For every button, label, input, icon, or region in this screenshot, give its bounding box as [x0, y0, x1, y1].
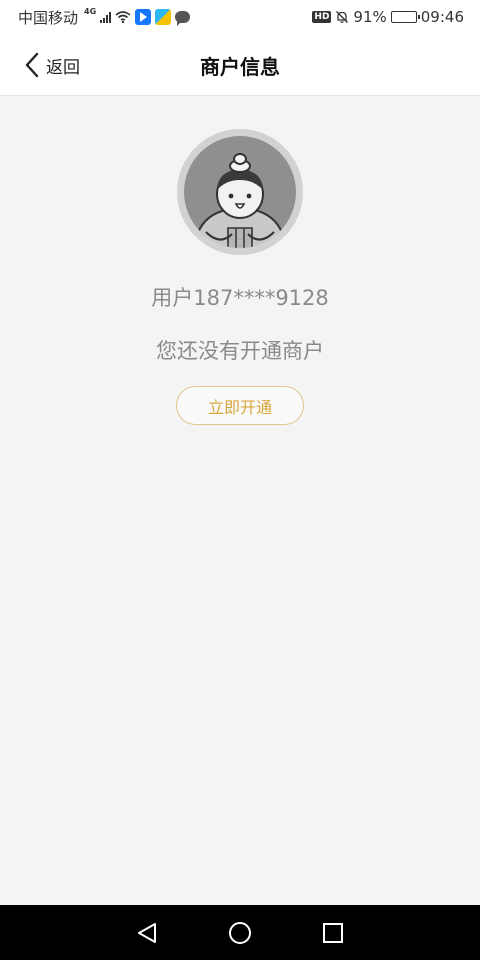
recents-square-icon: [323, 922, 344, 943]
chat-icon: [175, 11, 191, 26]
wifi-icon: [115, 11, 131, 23]
back-button[interactable]: 返回: [22, 34, 80, 96]
bell-off-icon: [336, 11, 349, 23]
nav-home-button[interactable]: [225, 918, 255, 948]
nav-recents-button[interactable]: [318, 918, 348, 948]
app-notification-icon: [135, 9, 152, 25]
battery-icon: [390, 11, 420, 23]
status-left: 中国移动 4G: [18, 6, 191, 28]
status-right: HD 91% 09:46: [312, 8, 464, 26]
open-merchant-button[interactable]: 立即开通: [176, 386, 304, 425]
carrier-label: 中国移动: [18, 8, 79, 27]
home-circle-icon: [228, 921, 251, 944]
nav-back-button[interactable]: [132, 918, 162, 948]
back-triangle-icon: [137, 922, 156, 943]
app-notification-icon: [155, 9, 172, 25]
signal-icon: [100, 11, 112, 23]
merchant-status-message: 您还没有开通商户: [156, 339, 324, 363]
status-bar: 中国移动 4G HD 91% 09:46: [0, 0, 480, 34]
avatar: [177, 129, 303, 255]
username-label: 用户187****9128: [151, 286, 329, 310]
main-content: 用户187****9128 您还没有开通商户 立即开通: [0, 97, 480, 905]
battery-percent: 91%: [353, 8, 387, 26]
network-type-label: 4G: [84, 6, 97, 16]
hd-icon: HD: [312, 11, 332, 23]
chevron-left-icon: [25, 52, 39, 78]
system-nav-bar: [0, 905, 480, 960]
clock: 09:46: [420, 8, 464, 26]
app-header: 返回 商户信息: [0, 34, 480, 96]
back-label: 返回: [46, 57, 80, 78]
